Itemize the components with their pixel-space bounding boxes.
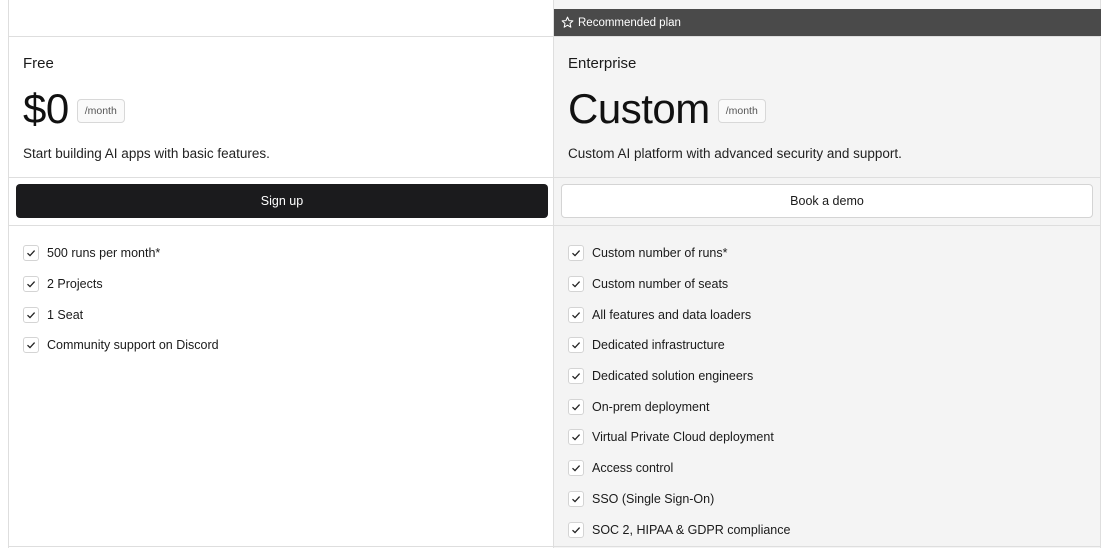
feature-label: Dedicated infrastructure (592, 338, 725, 353)
feature-label: On-prem deployment (592, 399, 710, 414)
feature-list: Custom number of runs* Custom number of … (568, 238, 790, 545)
feature-item: SSO (Single Sign-On) (568, 484, 790, 515)
sign-up-button[interactable]: Sign up (16, 184, 548, 218)
plan-description: Custom AI platform with advanced securit… (568, 146, 902, 161)
price-row: Custom /month (568, 86, 766, 132)
feature-label: SOC 2, HIPAA & GDPR compliance (592, 522, 791, 537)
check-icon (568, 398, 584, 415)
feature-item: Dedicated solution engineers (568, 361, 790, 392)
check-icon (568, 460, 584, 477)
check-icon (23, 276, 39, 293)
star-icon (561, 16, 574, 29)
plan-description: Start building AI apps with basic featur… (23, 146, 270, 161)
feature-label: All features and data loaders (592, 307, 752, 322)
billing-period-badge: /month (76, 99, 125, 123)
check-icon (568, 429, 584, 446)
feature-list: 500 runs per month* 2 Projects 1 Seat Co… (23, 238, 219, 361)
plan-card-free: Free $0 /month Start building AI apps wi… (8, 0, 554, 548)
feature-item: Community support on Discord (23, 330, 219, 361)
book-demo-button[interactable]: Book a demo (561, 184, 1093, 218)
feature-item: Custom number of seats (568, 269, 790, 300)
check-icon (568, 337, 584, 354)
feature-label: 2 Projects (47, 277, 103, 292)
feature-item: SOC 2, HIPAA & GDPR compliance (568, 514, 790, 545)
feature-label: Community support on Discord (47, 338, 219, 353)
divider (9, 546, 553, 547)
divider (9, 177, 553, 178)
divider (554, 177, 1100, 178)
check-icon (568, 276, 584, 293)
check-icon (23, 245, 39, 262)
check-icon (23, 337, 39, 354)
feature-label: Custom number of runs* (592, 246, 728, 261)
plan-price: $0 (23, 85, 69, 132)
divider (554, 36, 1100, 37)
recommended-label: Recommended plan (578, 16, 681, 29)
check-icon (568, 306, 584, 323)
feature-label: Virtual Private Cloud deployment (592, 430, 774, 445)
feature-item: Virtual Private Cloud deployment (568, 422, 790, 453)
feature-item: Access control (568, 453, 790, 484)
feature-item: 500 runs per month* (23, 238, 219, 269)
feature-label: SSO (Single Sign-On) (592, 491, 715, 506)
check-icon (568, 245, 584, 262)
feature-label: 1 Seat (47, 307, 84, 322)
feature-label: Access control (592, 461, 674, 476)
check-icon (568, 521, 584, 538)
feature-item: Custom number of runs* (568, 238, 790, 269)
price-row: $0 /month (23, 86, 125, 132)
feature-item: Dedicated infrastructure (568, 330, 790, 361)
check-icon (568, 490, 584, 507)
feature-item: 1 Seat (23, 299, 219, 330)
feature-label: Custom number of seats (592, 277, 729, 292)
feature-item: All features and data loaders (568, 299, 790, 330)
divider (9, 225, 553, 226)
divider (554, 546, 1100, 547)
divider (9, 36, 553, 37)
feature-item: 2 Projects (23, 269, 219, 300)
billing-period-badge: /month (717, 99, 766, 123)
feature-item: On-prem deployment (568, 391, 790, 422)
recommended-badge: Recommended plan (554, 9, 1101, 36)
plan-name: Free (23, 55, 54, 72)
pricing-table: Free $0 /month Start building AI apps wi… (8, 0, 1101, 548)
plan-price: Custom (568, 85, 710, 132)
feature-label: 500 runs per month* (47, 246, 161, 261)
plan-card-enterprise: Recommended plan Enterprise Custom /mont… (554, 0, 1101, 548)
plan-name: Enterprise (568, 55, 637, 72)
divider (554, 225, 1100, 226)
check-icon (568, 368, 584, 385)
feature-label: Dedicated solution engineers (592, 369, 754, 384)
check-icon (23, 306, 39, 323)
